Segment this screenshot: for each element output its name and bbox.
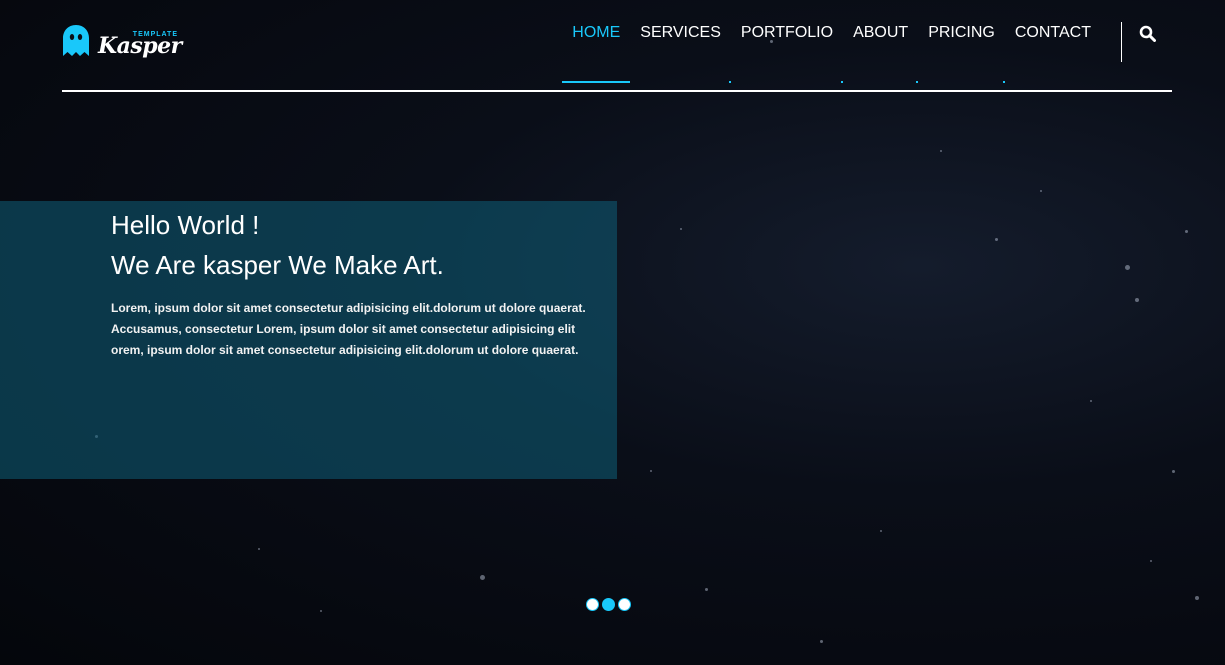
slider-bullet-2[interactable] xyxy=(602,598,615,611)
search-button[interactable] xyxy=(1122,0,1172,66)
hero-description: Lorem, ipsum dolor sit amet consectetur … xyxy=(111,301,586,357)
nav-link-contact[interactable]: CONTACT xyxy=(1005,0,1101,90)
hero-overlay: Hello World ! We Are kasper We Make Art.… xyxy=(0,201,617,479)
search-icon xyxy=(1139,25,1156,42)
nav-link-pricing[interactable]: PRICING xyxy=(918,0,1005,90)
nav-link-about[interactable]: ABOUT xyxy=(843,0,919,90)
slider-bullets xyxy=(586,598,631,611)
main-nav: HOME SERVICES PORTFOLIO ABOUT PRICING CO… xyxy=(562,0,1172,90)
ghost-icon xyxy=(63,25,89,56)
slider-bullet-3[interactable] xyxy=(618,598,631,611)
hero-title-line1: Hello World ! xyxy=(111,210,260,240)
slider-bullet-1[interactable] xyxy=(586,598,599,611)
nav-link-services[interactable]: SERVICES xyxy=(630,0,731,90)
hero-title-line2: We Are kasper We Make Art. xyxy=(111,250,444,280)
logo[interactable]: TEMPLATE Kasper xyxy=(62,24,182,59)
logo-name: Kasper xyxy=(98,33,182,59)
nav-link-home[interactable]: HOME xyxy=(562,0,631,90)
nav-link-portfolio[interactable]: PORTFOLIO xyxy=(731,0,844,90)
site-header: TEMPLATE Kasper HOME SERVICES PORTFOLIO … xyxy=(62,0,1172,92)
